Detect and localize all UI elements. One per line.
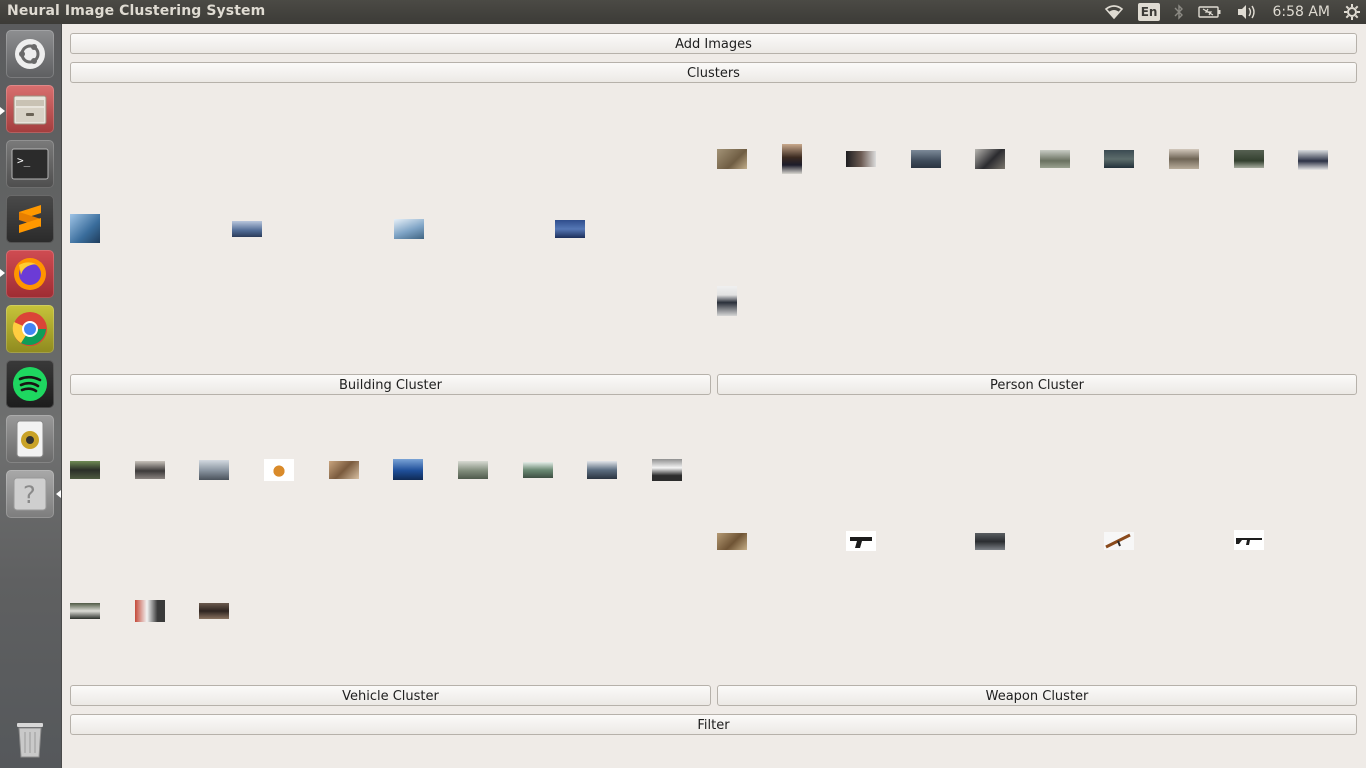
person-image[interactable] <box>1040 150 1070 168</box>
person-image[interactable] <box>717 286 737 316</box>
volume-icon[interactable] <box>1236 0 1258 24</box>
weapon-image[interactable] <box>717 533 747 550</box>
vehicle-image[interactable] <box>523 462 553 478</box>
weapon-image[interactable] <box>1104 532 1134 550</box>
files-icon[interactable] <box>6 85 54 133</box>
wifi-icon[interactable] <box>1104 0 1124 24</box>
clock[interactable]: 6:58 AM <box>1272 0 1330 24</box>
person-cluster-button[interactable]: Person Cluster <box>717 374 1357 395</box>
sublime-text-icon[interactable] <box>6 195 54 243</box>
person-image[interactable] <box>1104 150 1134 168</box>
vehicle-image[interactable] <box>264 459 294 481</box>
weapon-image[interactable] <box>975 533 1005 550</box>
trash-icon[interactable] <box>6 714 54 762</box>
window-title: Neural Image Clustering System <box>7 3 266 19</box>
running-indicator <box>0 107 5 115</box>
spotify-icon[interactable] <box>6 360 54 408</box>
person-image[interactable] <box>717 149 747 169</box>
system-tray: En 6:58 AM <box>1104 0 1366 24</box>
building-image[interactable] <box>555 220 585 238</box>
firefox-icon[interactable] <box>6 250 54 298</box>
vehicle-image[interactable] <box>135 461 165 479</box>
vehicle-image[interactable] <box>393 459 423 480</box>
help-icon[interactable]: ? <box>6 470 54 518</box>
weapon-image[interactable] <box>1234 530 1264 550</box>
person-image[interactable] <box>1169 149 1199 169</box>
language-label: En <box>1137 3 1161 21</box>
clusters-button[interactable]: Clusters <box>70 62 1357 83</box>
person-image[interactable] <box>975 149 1005 169</box>
filter-button[interactable]: Filter <box>70 714 1357 735</box>
launcher: >_ ? <box>0 24 62 768</box>
vehicle-cluster-button[interactable]: Vehicle Cluster <box>70 685 711 706</box>
terminal-icon[interactable]: >_ <box>6 140 54 188</box>
main-window: Add Images Clusters Building Cluster Per… <box>62 24 1366 768</box>
building-image[interactable] <box>232 221 262 237</box>
top-panel: Neural Image Clustering System En 6:58 A… <box>0 0 1366 24</box>
rhythmbox-icon[interactable] <box>6 415 54 463</box>
battery-icon[interactable] <box>1198 0 1222 24</box>
ubuntu-dash-icon[interactable] <box>6 30 54 78</box>
weapon-cluster-button[interactable]: Weapon Cluster <box>717 685 1357 706</box>
running-indicator <box>0 269 5 277</box>
building-cluster-button[interactable]: Building Cluster <box>70 374 711 395</box>
bluetooth-icon[interactable] <box>1174 0 1184 24</box>
building-image[interactable] <box>70 214 100 243</box>
vehicle-image[interactable] <box>199 603 229 619</box>
person-image[interactable] <box>1298 150 1328 170</box>
vehicle-image[interactable] <box>329 461 359 479</box>
focus-indicator <box>56 490 61 498</box>
weapon-image[interactable] <box>846 531 876 551</box>
building-image[interactable] <box>394 219 424 239</box>
vehicle-image[interactable] <box>70 461 100 479</box>
vehicle-image[interactable] <box>652 459 682 481</box>
svg-text:?: ? <box>23 481 36 509</box>
person-image[interactable] <box>1234 150 1264 168</box>
person-image[interactable] <box>911 150 941 168</box>
add-images-button[interactable]: Add Images <box>70 33 1357 54</box>
svg-text:>_: >_ <box>17 154 31 167</box>
person-image[interactable] <box>846 151 876 167</box>
vehicle-image[interactable] <box>458 461 488 479</box>
keyboard-layout-indicator[interactable]: En <box>1137 0 1161 24</box>
power-settings-icon[interactable] <box>1344 0 1360 24</box>
vehicle-image[interactable] <box>135 600 165 622</box>
person-image[interactable] <box>782 144 802 174</box>
chrome-icon[interactable] <box>6 305 54 353</box>
vehicle-image[interactable] <box>70 603 100 619</box>
vehicle-image[interactable] <box>199 460 229 480</box>
vehicle-image[interactable] <box>587 461 617 479</box>
